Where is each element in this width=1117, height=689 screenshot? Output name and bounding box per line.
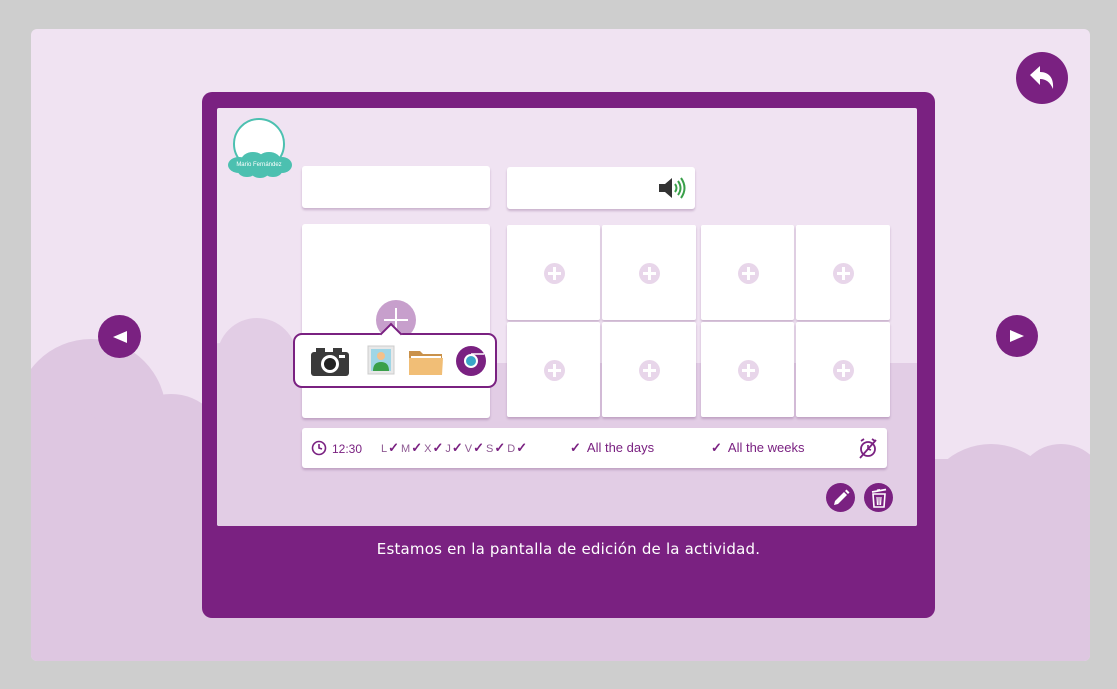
add-icon: [639, 359, 660, 381]
audio-field[interactable]: [507, 167, 695, 209]
all-days-option[interactable]: ✓ All the days: [570, 440, 654, 456]
schedule-time[interactable]: 12:30: [332, 442, 362, 456]
clock-icon: [311, 440, 327, 456]
user-avatar[interactable]: Mario Fernández: [227, 117, 293, 183]
day-label: X: [424, 443, 432, 455]
camera-icon[interactable]: [310, 344, 350, 378]
undo-arrow-icon: [1030, 66, 1054, 89]
trash-icon: [871, 488, 886, 508]
media-picker-popup: [293, 322, 497, 388]
add-icon: [737, 262, 759, 284]
grid-cell[interactable]: [796, 225, 890, 320]
app-window: Mario Fernández 12:30 L ✓ M ✓ X ✓ J ✓ V …: [31, 29, 1090, 661]
gallery-icon[interactable]: [367, 344, 395, 378]
day-checkmark[interactable]: ✓: [432, 440, 443, 456]
day-label: J: [445, 443, 451, 455]
grid-cell[interactable]: [796, 322, 890, 417]
next-button[interactable]: [996, 315, 1038, 357]
left-triangle-icon: [112, 330, 127, 343]
day-label: S: [486, 443, 494, 455]
edit-screen: Mario Fernández 12:30 L ✓ M ✓ X ✓ J ✓ V …: [217, 108, 917, 526]
alarm-off-icon[interactable]: [857, 437, 879, 459]
back-button[interactable]: [1016, 52, 1068, 104]
caption-text: Estamos en la pantalla de edición de la …: [376, 540, 761, 558]
day-checkmark[interactable]: ✓: [388, 440, 399, 456]
day-label: V: [464, 443, 473, 455]
delete-button[interactable]: [864, 483, 893, 512]
all-days-checkmark: ✓: [570, 440, 581, 455]
right-triangle-icon: [1010, 330, 1024, 342]
weekday-selector: L ✓ M ✓ X ✓ J ✓ V ✓ S ✓ D ✓: [381, 440, 529, 456]
day-checkmark[interactable]: ✓: [452, 440, 463, 456]
activity-title-field[interactable]: [302, 166, 490, 208]
all-days-label: All the days: [586, 440, 655, 455]
add-icon: [833, 359, 854, 381]
day-label: D: [507, 443, 516, 455]
previous-button[interactable]: [98, 315, 141, 358]
pencil-icon: [833, 489, 849, 505]
browser-icon[interactable]: [455, 344, 487, 378]
day-label: M: [401, 443, 411, 455]
all-weeks-checkmark: ✓: [711, 440, 722, 455]
user-name: Mario Fernández: [236, 162, 282, 168]
edit-button[interactable]: [826, 483, 855, 512]
all-weeks-label: All the weeks: [727, 440, 805, 455]
day-checkmark[interactable]: ✓: [494, 440, 505, 456]
grid-cell[interactable]: [701, 322, 794, 417]
day-checkmark[interactable]: ✓: [473, 440, 484, 456]
schedule-bar: 12:30 L ✓ M ✓ X ✓ J ✓ V ✓ S ✓ D ✓ ✓ All the days…: [302, 428, 887, 468]
add-icon: [833, 262, 854, 284]
day-checkmark[interactable]: ✓: [516, 440, 527, 456]
main-image-slot[interactable]: [302, 224, 490, 418]
grid-cell[interactable]: [701, 225, 794, 320]
device-frame: Mario Fernández 12:30 L ✓ M ✓ X ✓ J ✓ V …: [202, 92, 935, 618]
add-icon: [737, 359, 759, 381]
grid-cell[interactable]: [602, 225, 696, 320]
grid-cell[interactable]: [507, 225, 600, 320]
grid-cell[interactable]: [507, 322, 600, 417]
all-weeks-option[interactable]: ✓ All the weeks: [711, 440, 805, 456]
day-label: L: [381, 443, 388, 455]
day-checkmark[interactable]: ✓: [411, 440, 422, 456]
add-icon: [543, 262, 565, 284]
folder-icon[interactable]: [408, 344, 444, 378]
speaker-icon[interactable]: [657, 176, 687, 200]
grid-cell[interactable]: [602, 322, 696, 417]
add-icon: [543, 359, 565, 381]
add-icon: [639, 262, 660, 284]
